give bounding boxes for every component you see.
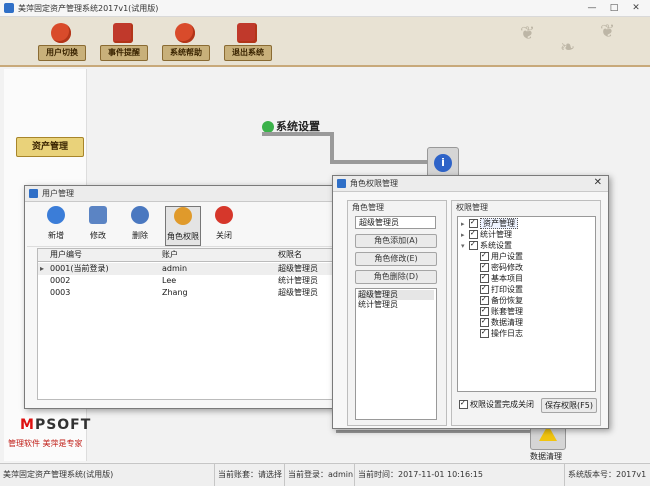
user-management-dialog: 用户管理 新增 修改 删除 角色权限 关闭 用户编号 账户 权限名 ▸ 0001… <box>24 185 346 409</box>
role-delete-button[interactable]: 角色删除(D) <box>355 270 437 284</box>
logo-text: PSOFT <box>34 417 92 433</box>
user-toolbar: 新增 修改 删除 角色权限 关闭 <box>27 202 343 247</box>
window-title: 美萍固定资产管理系统2017v1(试用版) <box>18 4 159 13</box>
flow-connector <box>330 132 334 162</box>
add-user-button[interactable]: 新增 <box>39 206 73 244</box>
dialog-icon <box>337 179 346 188</box>
minimize-button[interactable]: — <box>582 2 602 14</box>
role-permission-button[interactable]: 角色权限 <box>165 206 201 246</box>
close-icon <box>215 206 233 224</box>
event-reminder-label: 事件提醒 <box>100 45 148 61</box>
permission-group-title: 权限管理 <box>456 203 488 212</box>
list-item[interactable]: 统计管理员 <box>358 300 398 310</box>
delete-user-button[interactable]: 删除 <box>123 206 157 244</box>
user-management-title: 用户管理 <box>42 189 74 198</box>
list-item[interactable]: 超级管理员 <box>358 290 434 300</box>
role-list: 超级管理员 统计管理员 <box>355 288 437 420</box>
info-icon: i <box>434 154 452 172</box>
add-icon <box>47 206 65 224</box>
role-permission-titlebar: 角色权限管理 ✕ <box>333 176 608 192</box>
checkbox[interactable] <box>480 283 489 294</box>
column-header[interactable]: 用户编号 <box>50 249 82 261</box>
column-header[interactable]: 权限名 <box>278 249 302 261</box>
status-time: 当前时间：2017-11-01 10:16:15 <box>354 464 564 486</box>
close-icon[interactable]: ✕ <box>594 177 602 188</box>
window-titlebar: 美萍固定资产管理系统2017v1(试用版) — □ ✕ <box>0 0 650 17</box>
role-permission-title: 角色权限管理 <box>350 179 398 188</box>
checkbox[interactable] <box>469 228 478 239</box>
edit-icon <box>89 206 107 224</box>
user-management-titlebar: 用户管理 <box>25 186 345 202</box>
minus-icon <box>131 206 149 224</box>
data-clean-label: 数据清理 <box>530 452 562 461</box>
role-name-input[interactable]: 超级管理员 <box>355 216 436 229</box>
close-window-button[interactable]: ✕ <box>626 2 646 14</box>
flow-connector <box>336 430 530 433</box>
status-account: 当前账套：请选择 <box>214 464 284 486</box>
close-on-complete-checkbox[interactable]: 权限设置完成关闭 <box>459 398 534 410</box>
main-toolbar: 用户切换 事件提醒 系统帮助 退出系统 ❦ ❧ ❦ <box>0 17 650 67</box>
dialog-icon <box>29 189 38 198</box>
tree-node-statistics[interactable]: ▸统计管理 <box>461 228 512 240</box>
flow-connector <box>330 160 428 164</box>
flow-connector <box>262 132 334 136</box>
power-icon <box>237 23 257 43</box>
table-row[interactable]: 0002 Lee 统计管理员 <box>38 275 338 287</box>
maximize-button[interactable]: □ <box>604 2 624 14</box>
event-reminder-button[interactable]: 事件提醒 <box>100 23 148 61</box>
slogan: 管理软件 美萍是专家 <box>8 439 83 448</box>
leaf-decoration-icon: ❧ <box>560 37 576 58</box>
checkbox[interactable] <box>480 272 489 283</box>
row-indicator-icon: ▸ <box>40 264 45 273</box>
exit-system-button[interactable]: 退出系统 <box>224 23 272 61</box>
checkbox[interactable] <box>480 316 489 327</box>
role-edit-button[interactable]: 角色修改(E) <box>355 252 437 266</box>
user-switch-button[interactable]: 用户切换 <box>38 23 86 61</box>
table-row[interactable]: ▸ 0001(当前登录) admin 超级管理员 <box>38 263 338 275</box>
users-icon <box>174 207 192 225</box>
logo: MPSOFT <box>20 417 91 433</box>
asset-management-button[interactable]: 资产管理 <box>16 137 84 157</box>
checkbox[interactable] <box>480 294 489 305</box>
logo-mark: M <box>20 417 35 433</box>
checkbox[interactable] <box>480 250 489 261</box>
exit-system-label: 退出系统 <box>224 45 272 61</box>
table-header: 用户编号 账户 权限名 <box>38 249 338 262</box>
edit-user-button[interactable]: 修改 <box>81 206 115 244</box>
role-permission-dialog: 角色权限管理 ✕ 角色管理 超级管理员 角色添加(A) 角色修改(E) 角色删除… <box>332 175 609 429</box>
checkbox[interactable] <box>469 217 478 228</box>
status-bar: 美萍固定资产管理系统(试用版) 当前账套：请选择 当前登录：admin 当前时间… <box>0 463 650 486</box>
role-group-title: 角色管理 <box>352 203 384 212</box>
table-row[interactable]: 0003 Zhang 超级管理员 <box>38 287 338 299</box>
tree-node-operation-log[interactable]: 操作日志 <box>480 327 523 339</box>
system-help-label: 系统帮助 <box>162 45 210 61</box>
user-table: 用户编号 账户 权限名 ▸ 0001(当前登录) admin 超级管理员 000… <box>37 248 339 400</box>
status-app: 美萍固定资产管理系统(试用版) <box>3 470 114 479</box>
checkbox[interactable] <box>480 305 489 316</box>
checkbox[interactable] <box>480 261 489 272</box>
leaf-decoration-icon: ❦ <box>600 21 616 42</box>
system-help-button[interactable]: 系统帮助 <box>162 23 210 61</box>
user-switch-icon <box>51 23 71 43</box>
user-switch-label: 用户切换 <box>38 45 86 61</box>
app-icon <box>4 3 14 13</box>
leaf-decoration-icon: ❦ <box>520 23 536 44</box>
permission-tree: ▸资产管理 ▸统计管理 ▾系统设置 用户设置 密码修改 基本项目 打印设置 备份… <box>457 216 596 392</box>
checkbox[interactable] <box>459 398 468 409</box>
alarm-icon <box>113 23 133 43</box>
role-add-button[interactable]: 角色添加(A) <box>355 234 437 248</box>
column-header[interactable]: 账户 <box>162 249 178 261</box>
save-permission-button[interactable]: 保存权限(F5) <box>541 398 597 413</box>
checkbox[interactable] <box>469 239 478 250</box>
status-version: 系统版本号：2017v1 <box>564 464 650 486</box>
status-login: 当前登录：admin <box>284 464 354 486</box>
checkbox[interactable] <box>480 327 489 338</box>
help-icon <box>175 23 195 43</box>
close-dialog-button[interactable]: 关闭 <box>207 206 241 244</box>
